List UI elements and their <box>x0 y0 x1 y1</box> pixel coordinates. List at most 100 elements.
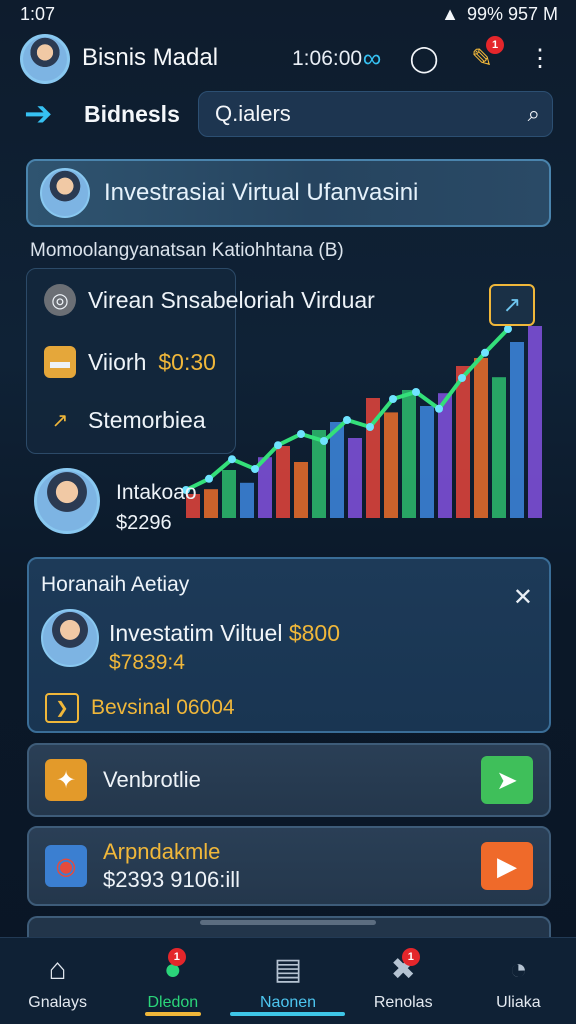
trend-point <box>320 437 328 445</box>
status-icons: ▲ 99% 957 M <box>441 4 558 25</box>
nav-tab-label: Gnalays <box>28 994 87 1011</box>
newspaper-icon: ▤ <box>273 953 303 986</box>
chart-bar <box>402 390 416 518</box>
list-item[interactable]: ◉ Arpndakmle $2393 9106:ill ▶ <box>27 826 551 906</box>
back-arrow-icon[interactable]: ➔ <box>24 96 60 132</box>
trend-point <box>366 423 374 431</box>
nav-tab-label: Dledon <box>147 994 199 1011</box>
nav-tab-label: Naonen <box>259 994 317 1011</box>
search-input[interactable] <box>211 101 528 127</box>
trend-point <box>504 325 512 333</box>
card-product-name: Investatim Viltuel <box>109 620 283 646</box>
status-bar: 1:07 ▲ 99% 957 M <box>0 0 576 28</box>
briefcase-icon: ▬ <box>44 346 76 378</box>
home-icon: ⌂ <box>48 953 67 986</box>
trend-point <box>343 416 351 424</box>
trend-point <box>228 455 236 464</box>
chart-icon: ✖ 1 <box>391 948 420 988</box>
profile-icon: ◔ <box>509 953 528 986</box>
wifi-icon: ▲ <box>441 3 459 24</box>
scroll-handle[interactable] <box>200 920 376 925</box>
notification-icon[interactable]: ✎ 1 <box>464 36 504 76</box>
card-avatar <box>41 609 99 667</box>
info-item-1-label: Virean Snsabeloriah Virduar <box>88 286 375 313</box>
promo-banner[interactable]: Investrasiai Virtual Ufanvasini <box>26 159 551 227</box>
trend-point <box>274 441 282 450</box>
banner-text: Investrasiai Virtual Ufanvasini <box>104 179 419 206</box>
chart-bar <box>240 482 254 518</box>
chart-bar <box>222 470 236 518</box>
trend-point <box>251 465 259 473</box>
search-icon[interactable]: ◯ <box>406 40 442 76</box>
bottom-nav: ⌂ Gnalays ● 1 Dledon ▤ Naonen ✖ 1 Renolas … <box>0 937 576 1024</box>
search-submit-icon[interactable]: ⌕ <box>528 101 540 127</box>
rocket-icon[interactable]: ↗ <box>489 284 535 326</box>
reports-badge: 1 <box>401 948 420 966</box>
app-name: Bisnis Madal <box>82 44 219 71</box>
trend-point <box>205 474 213 483</box>
avatar[interactable] <box>20 34 70 84</box>
card-tag[interactable]: ❯ Bevsinal 06004 <box>45 693 235 723</box>
selected-indicator <box>230 1012 346 1016</box>
nav-tab-home[interactable]: ⌂ Gnalays <box>0 938 115 1024</box>
link-icon[interactable]: ∞ <box>354 40 390 76</box>
user-avatar[interactable] <box>34 468 100 534</box>
list-item[interactable]: ✦ Venbrotlie ➤ <box>27 743 551 817</box>
chart-bar <box>510 342 524 518</box>
tag-icon: ❯ <box>45 693 79 723</box>
chart-bar <box>294 462 308 518</box>
investment-card[interactable]: Horanaih Aetiay ✕ Investatim Viltuel $80… <box>27 557 551 733</box>
chart-bar <box>420 406 434 518</box>
list-item-label: Arpndakmle <box>103 839 221 864</box>
chart-bar <box>384 412 398 518</box>
info-item-3: ↗ Stemorbiea <box>44 404 206 436</box>
chart-bar <box>204 489 218 518</box>
chart-bar <box>492 377 506 518</box>
document-icon: ◉ <box>45 845 87 887</box>
trend-point <box>412 388 420 396</box>
card-product-value: $7839:4 <box>109 651 185 674</box>
handshake-icon: ✦ <box>45 759 87 801</box>
nav-tab-news[interactable]: ▤ Naonen <box>230 938 346 1024</box>
close-icon[interactable]: ✕ <box>513 583 533 612</box>
info-item-2-value: $0:30 <box>158 348 216 375</box>
user-name: Intakoao <box>116 481 197 504</box>
nav-tab-label: Renolas <box>373 994 433 1011</box>
chart-bar <box>528 326 542 518</box>
nav-tab-chat[interactable]: ● 1 Dledon <box>115 938 230 1024</box>
info-item-2-label: Viiorh <box>88 348 147 375</box>
active-indicator <box>145 1012 202 1016</box>
chart-bar <box>348 438 362 518</box>
coin-icon: ◎ <box>44 284 76 316</box>
notification-badge: 1 <box>486 36 504 54</box>
trend-icon: ↗ <box>51 409 69 432</box>
play-button[interactable]: ▶ <box>481 842 533 890</box>
info-item-3-label: Stemorbiea <box>88 406 206 433</box>
status-battery-text: 99% 957 M <box>466 3 558 24</box>
status-time: 1:07 <box>20 3 56 24</box>
chart-bar <box>276 446 290 518</box>
info-item-1: ◎ Virean Snsabeloriah Virduar <box>44 284 375 316</box>
card-tag-label: Bevsinal 06004 <box>91 696 235 719</box>
forward-button[interactable]: ➤ <box>481 756 533 804</box>
chat-badge: 1 <box>167 948 186 966</box>
section-subtitle: Momoolangyanatsan Katiohhtana (B) <box>30 240 344 261</box>
nav-tab-reports[interactable]: ✖ 1 Renolas <box>346 938 461 1024</box>
chart-bar <box>456 366 470 518</box>
more-menu-icon[interactable]: ⋮ <box>522 40 558 76</box>
chart-bar <box>330 422 344 518</box>
trend-point <box>389 395 397 403</box>
trend-point <box>481 348 489 357</box>
trend-point <box>297 430 305 438</box>
chat-icon: ● 1 <box>164 948 186 988</box>
card-product-amount: $800 <box>288 620 340 646</box>
user-value: $2296 <box>116 512 172 534</box>
list-item-text: Arpndakmle $2393 9106:ill <box>103 838 240 894</box>
nav-tab-profile[interactable]: ◔ Uliaka <box>461 938 576 1024</box>
section-title: Bidnesls <box>84 101 180 127</box>
search-bar[interactable]: ⌕ <box>198 91 553 137</box>
chart-bar <box>474 358 488 518</box>
trend-point <box>458 374 466 382</box>
list-item-sublabel: $2393 9106:ill <box>103 867 241 892</box>
card-product: Investatim Viltuel $800 <box>109 620 340 647</box>
